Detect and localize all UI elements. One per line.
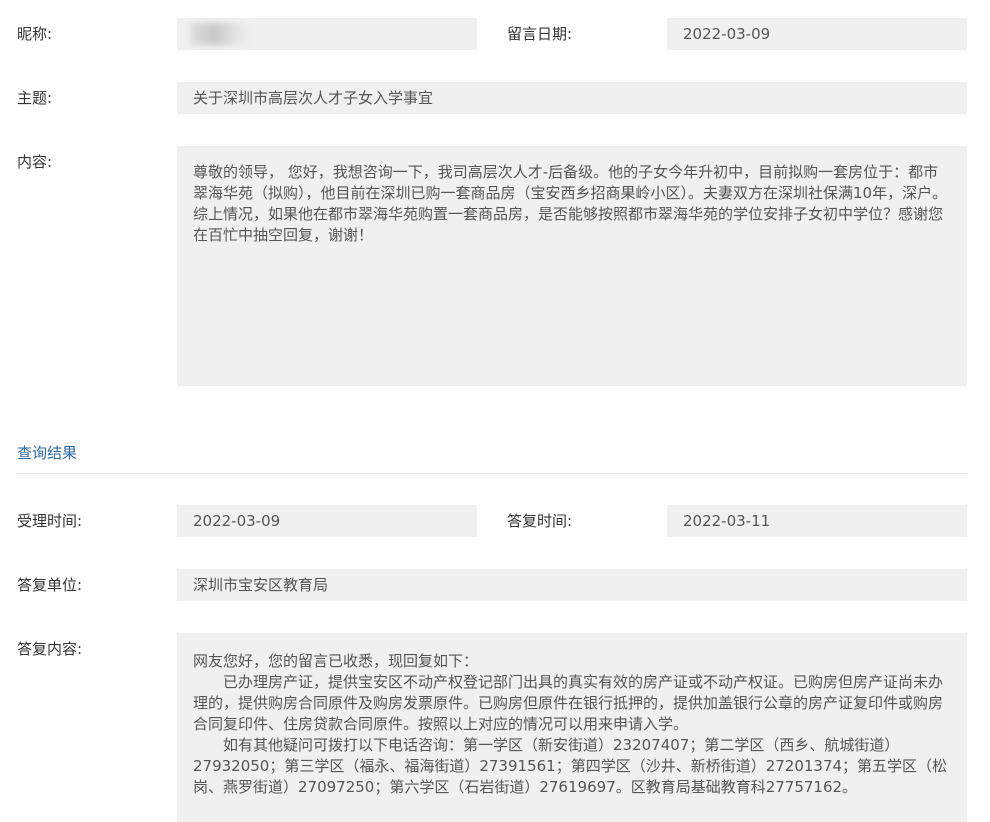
reply-unit-label: 答复单位: (17, 576, 83, 594)
reply-paragraph: 已办理房产证，提供宝安区不动产权登记部门出具的真实有效的房产证或不动产权证。已购… (193, 673, 944, 733)
date-label: 留言日期: (507, 25, 573, 43)
reply-content-area: 网友您好，您的留言已收悉，现回复如下： 已办理房产证，提供宝安区不动产权登记部门… (177, 633, 967, 822)
reply-paragraph: 如有其他疑问可拨打以下电话咨询：第一学区（新安街道）23207407；第二学区（… (193, 736, 948, 796)
content-area: 尊敬的领导， 您好，我想咨询一下，我司高层次人才-后备级。他的子女今年升初中，目… (177, 146, 967, 386)
subject-field: 关于深圳市高层次人才子女入学事宜 (177, 82, 967, 114)
nickname-label: 昵称: (17, 25, 53, 43)
nickname-field (177, 18, 477, 50)
accept-time-label: 受理时间: (17, 512, 83, 530)
reply-content-label: 答复内容: (17, 640, 83, 658)
content-label: 内容: (17, 153, 53, 171)
accept-time-field: 2022-03-09 (177, 505, 477, 537)
section-title-query-result: 查询结果 (17, 444, 78, 462)
reply-unit-field: 深圳市宝安区教育局 (177, 569, 967, 601)
date-field: 2022-03-09 (667, 18, 967, 50)
subject-label: 主题: (17, 89, 53, 107)
reply-time-label: 答复时间: (507, 512, 573, 530)
reply-time-field: 2022-03-11 (667, 505, 967, 537)
reply-paragraph: 网友您好，您的留言已收悉，现回复如下： (193, 652, 479, 670)
section-divider (17, 473, 967, 474)
nickname-redacted (191, 23, 251, 45)
message-detail-page: 昵称: 留言日期: 2022-03-09 主题: 关于深圳市高层次人才子女入学事… (0, 0, 990, 822)
